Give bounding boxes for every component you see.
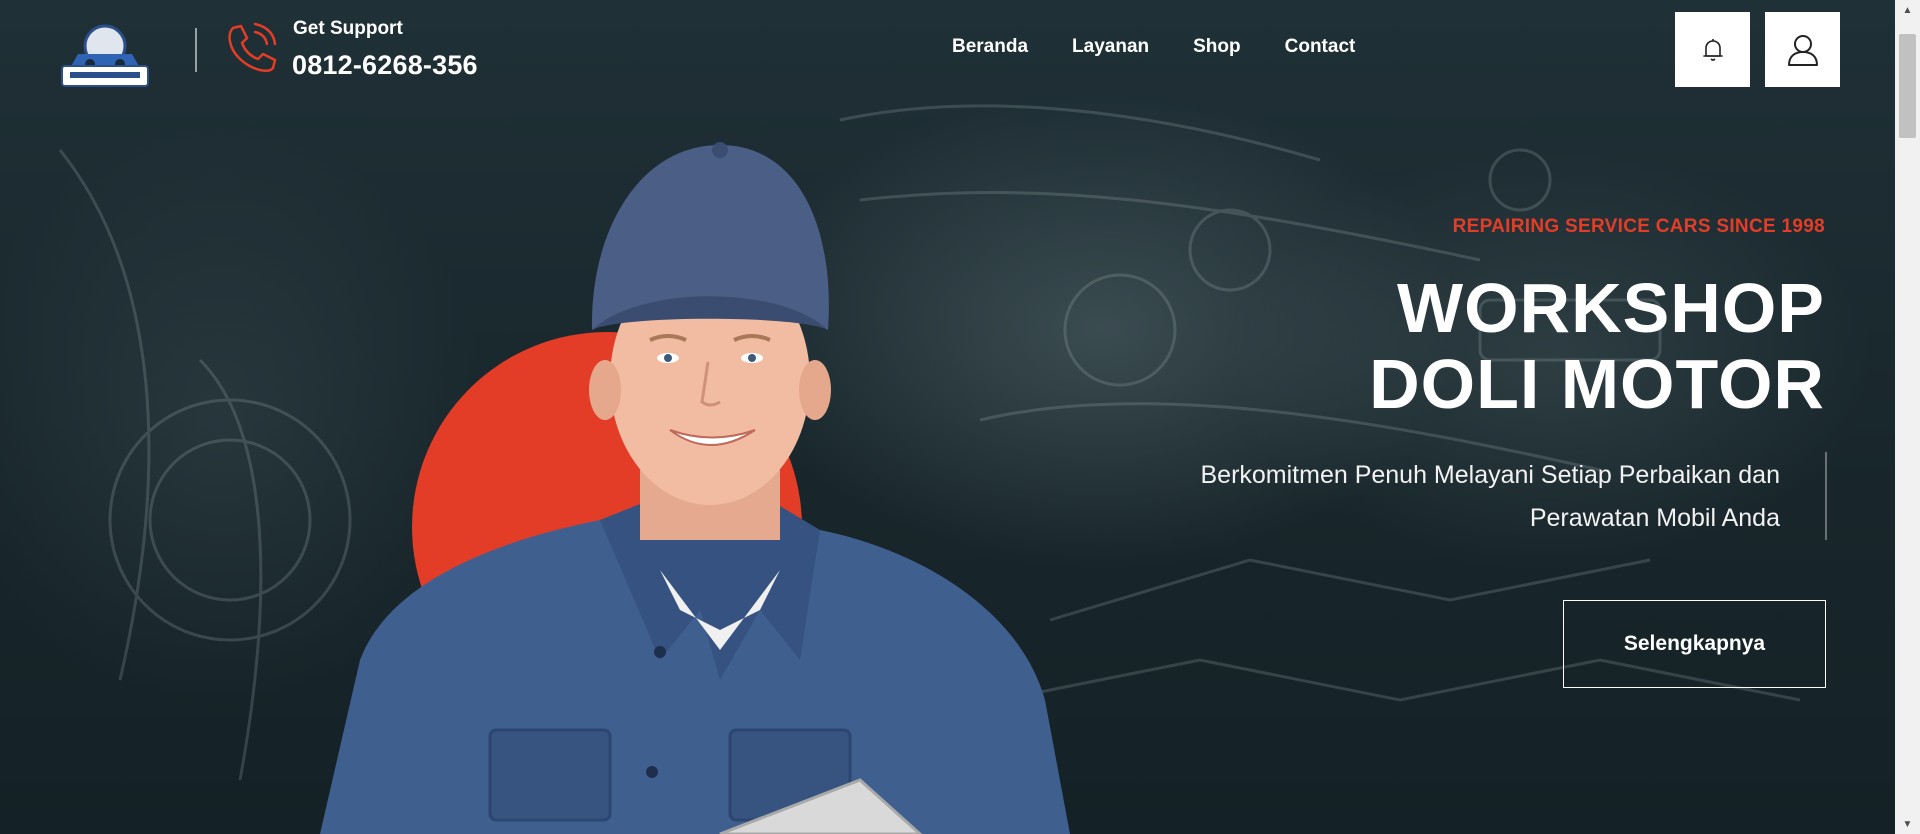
hero-tagline: REPAIRING SERVICE CARS SINCE 1998: [1452, 216, 1825, 237]
user-icon: [1787, 34, 1818, 66]
headline-line-1: WORKSHOP: [1397, 269, 1825, 347]
nav-contact[interactable]: Contact: [1285, 36, 1356, 58]
main-nav: Beranda Layanan Shop Contact: [952, 36, 1355, 58]
support-phone-number[interactable]: 0812-6268-356: [292, 50, 478, 81]
headline-line-2: DOLI MOTOR: [1369, 345, 1825, 423]
header-divider: [195, 28, 197, 72]
nav-shop[interactable]: Shop: [1193, 36, 1241, 58]
phone-icon: [228, 22, 277, 72]
description-accent-bar: [1825, 452, 1827, 540]
page-scrollbar[interactable]: ▲ ▼: [1895, 0, 1920, 834]
nav-layanan[interactable]: Layanan: [1072, 36, 1149, 58]
selengkapnya-button[interactable]: Selengkapnya: [1563, 600, 1826, 688]
doli-motor-logo[interactable]: [58, 24, 152, 90]
mechanic-illustration: [320, 142, 1070, 834]
bell-icon: [1702, 38, 1723, 61]
scroll-thumb[interactable]: [1899, 34, 1916, 138]
support-label: Get Support: [293, 18, 403, 39]
scroll-down-arrow-icon[interactable]: ▼: [1895, 814, 1920, 834]
site-header: Get Support 0812-6268-356 Beranda Layana…: [0, 0, 1895, 100]
notifications-button[interactable]: [1675, 12, 1750, 87]
hero-headline: WORKSHOP DOLI MOTOR: [1369, 270, 1825, 422]
nav-beranda[interactable]: Beranda: [952, 36, 1028, 58]
hero-description: Berkomitmen Penuh Melayani Setiap Perbai…: [1200, 461, 1780, 532]
account-button[interactable]: [1765, 12, 1840, 87]
scroll-up-arrow-icon[interactable]: ▲: [1895, 0, 1920, 20]
